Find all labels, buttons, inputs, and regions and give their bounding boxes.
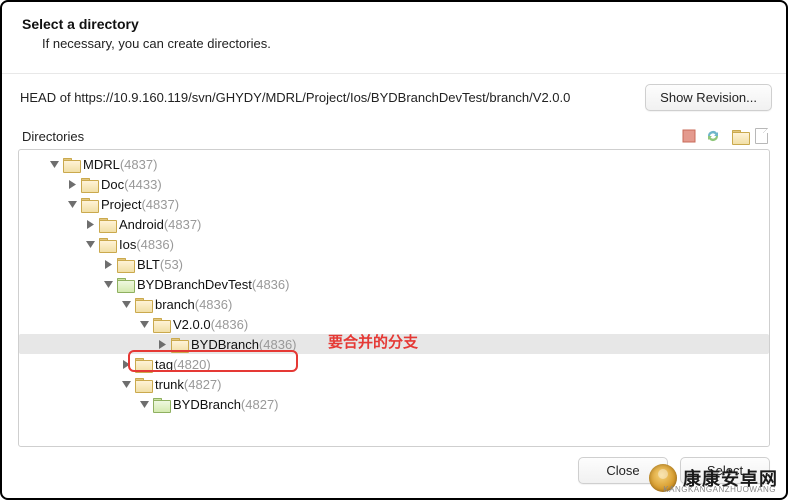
tree-item-revision: (4836) xyxy=(252,277,290,292)
folder-icon xyxy=(117,258,133,271)
folder-icon xyxy=(135,298,151,311)
folder-icon xyxy=(135,378,151,391)
tree-item-revision: (4820) xyxy=(173,357,211,372)
folder-icon xyxy=(117,278,133,291)
dialog-footer: Close Select xyxy=(2,447,786,498)
disclosure-down-icon[interactable] xyxy=(49,159,59,169)
tree-item-label: Android xyxy=(119,217,164,232)
folder-icon xyxy=(99,218,115,231)
head-prefix: HEAD of xyxy=(20,90,74,105)
new-folder-icon[interactable] xyxy=(728,127,746,145)
directory-tree[interactable]: MDRL (4837)Doc (4433)Project (4837)Andro… xyxy=(18,149,770,447)
tree-item-bydb2[interactable]: BYDBranch (4827) xyxy=(19,394,769,414)
tree-item-ios[interactable]: Ios (4836) xyxy=(19,234,769,254)
tree-item-blt[interactable]: BLT (53) xyxy=(19,254,769,274)
disclosure-down-icon[interactable] xyxy=(85,239,95,249)
select-directory-dialog: Select a directory If necessary, you can… xyxy=(0,0,788,500)
tree-item-v200[interactable]: V2.0.0 (4836) xyxy=(19,314,769,334)
head-url: https://10.9.160.119/svn/GHYDY/MDRL/Proj… xyxy=(74,90,570,105)
disclosure-down-icon[interactable] xyxy=(103,279,113,289)
tree-item-proj[interactable]: Project (4837) xyxy=(19,194,769,214)
folder-icon xyxy=(99,238,115,251)
tree-item-revision: (4836) xyxy=(259,337,297,352)
tree-item-andr[interactable]: Android (4837) xyxy=(19,214,769,234)
folder-icon xyxy=(135,358,151,371)
tree-item-revision: (4837) xyxy=(120,157,158,172)
directories-toolbar: Directories xyxy=(2,121,786,149)
tree-item-label: trunk xyxy=(155,377,184,392)
tree-item-tag[interactable]: tag (4820) xyxy=(19,354,769,374)
tree-item-label: Doc xyxy=(101,177,124,192)
new-file-icon[interactable] xyxy=(752,127,770,145)
folder-icon xyxy=(153,318,169,331)
folder-icon xyxy=(153,398,169,411)
disclosure-down-icon[interactable] xyxy=(121,299,131,309)
disclosure-down-icon[interactable] xyxy=(139,399,149,409)
tree-item-doc[interactable]: Doc (4433) xyxy=(19,174,769,194)
head-url-label: HEAD of https://10.9.160.119/svn/GHYDY/M… xyxy=(20,90,635,105)
tree-item-label: BYDBranchDevTest xyxy=(137,277,252,292)
tree-item-revision: (4433) xyxy=(124,177,162,192)
disclosure-down-icon[interactable] xyxy=(139,319,149,329)
tree-item-br[interactable]: branch (4836) xyxy=(19,294,769,314)
tree-item-label: branch xyxy=(155,297,195,312)
dialog-header: Select a directory If necessary, you can… xyxy=(2,2,786,63)
folder-icon xyxy=(81,178,97,191)
select-button[interactable]: Select xyxy=(680,457,770,484)
disclosure-right-icon[interactable] xyxy=(85,219,95,229)
tree-item-revision: (4836) xyxy=(136,237,174,252)
tree-item-revision: (4827) xyxy=(241,397,279,412)
folder-icon xyxy=(81,198,97,211)
tree-item-label: Project xyxy=(101,197,141,212)
close-button[interactable]: Close xyxy=(578,457,668,484)
tree-item-revision: (4827) xyxy=(184,377,222,392)
tree-item-label: V2.0.0 xyxy=(173,317,211,332)
disclosure-down-icon[interactable] xyxy=(121,379,131,389)
disclosure-right-icon[interactable] xyxy=(67,179,77,189)
folder-icon xyxy=(63,158,79,171)
dialog-title: Select a directory xyxy=(22,16,766,32)
tree-item-bydd[interactable]: BYDBranchDevTest (4836) xyxy=(19,274,769,294)
tree-item-label: Ios xyxy=(119,237,136,252)
disclosure-right-icon[interactable] xyxy=(121,359,131,369)
directories-label: Directories xyxy=(22,129,674,144)
url-row: HEAD of https://10.9.160.119/svn/GHYDY/M… xyxy=(2,74,786,121)
dialog-subtitle: If necessary, you can create directories… xyxy=(22,32,766,51)
tree-item-revision: (4836) xyxy=(211,317,249,332)
folder-icon xyxy=(171,338,187,351)
tree-item-mdrl[interactable]: MDRL (4837) xyxy=(19,154,769,174)
tree-item-revision: (53) xyxy=(160,257,183,272)
tree-item-label: BYDBranch xyxy=(173,397,241,412)
disclosure-right-icon[interactable] xyxy=(157,339,167,349)
tree-item-bydb[interactable]: BYDBranch (4836) xyxy=(19,334,769,354)
refresh-icon[interactable] xyxy=(704,127,722,145)
tree-item-label: BLT xyxy=(137,257,160,272)
tree-item-label: MDRL xyxy=(83,157,120,172)
disclosure-down-icon[interactable] xyxy=(67,199,77,209)
tree-item-revision: (4837) xyxy=(141,197,179,212)
stop-icon[interactable] xyxy=(680,127,698,145)
tree-item-label: BYDBranch xyxy=(191,337,259,352)
show-revision-button[interactable]: Show Revision... xyxy=(645,84,772,111)
tree-item-label: tag xyxy=(155,357,173,372)
tree-item-trunk[interactable]: trunk (4827) xyxy=(19,374,769,394)
disclosure-right-icon[interactable] xyxy=(103,259,113,269)
tree-item-revision: (4837) xyxy=(164,217,202,232)
tree-item-revision: (4836) xyxy=(195,297,233,312)
